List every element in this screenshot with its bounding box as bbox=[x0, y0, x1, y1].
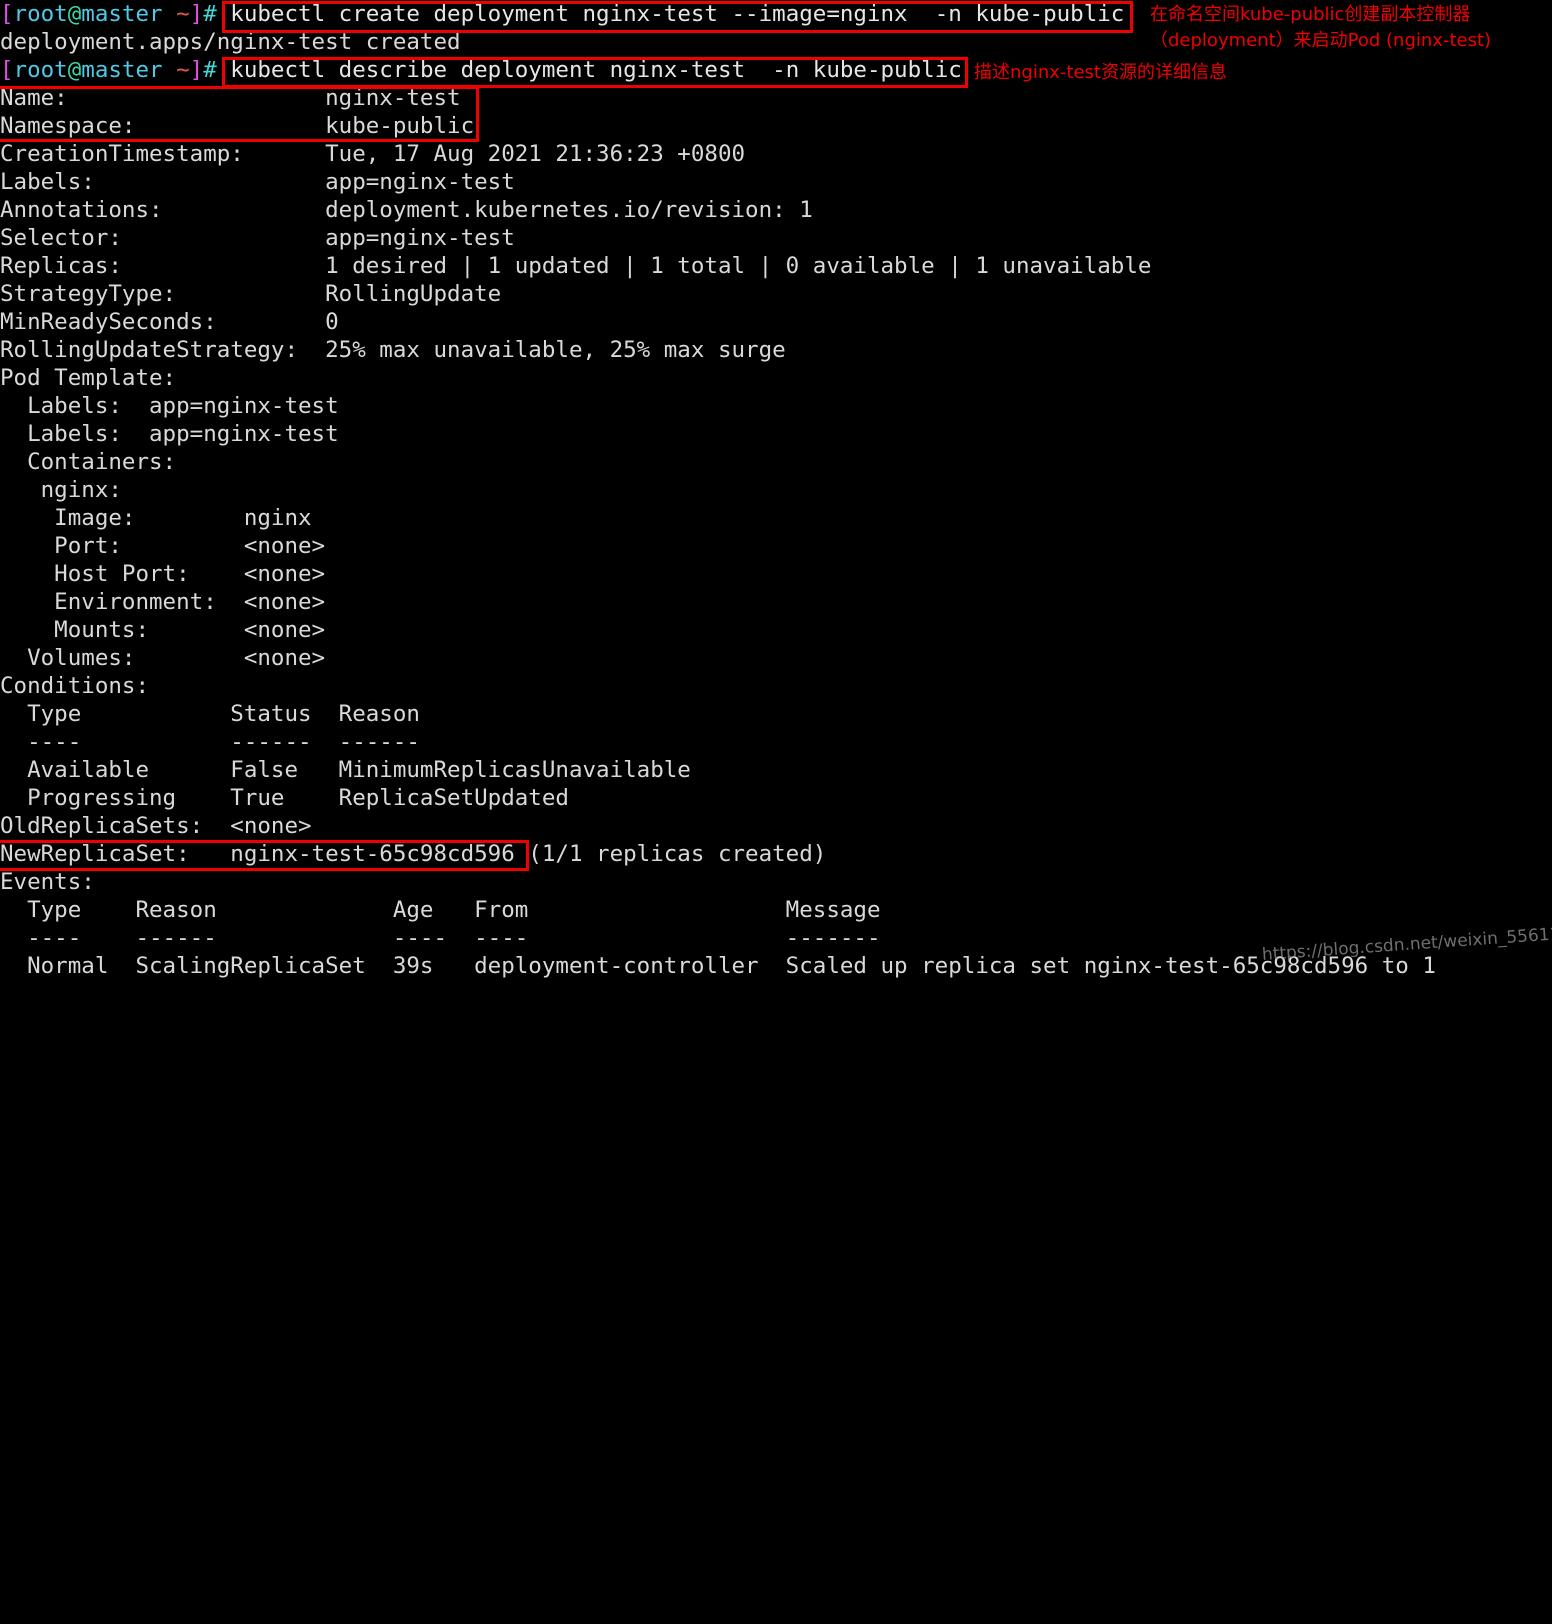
terminal-line-rollingupdatestrategy: RollingUpdateStrategy: 25% max unavailab… bbox=[0, 337, 786, 363]
terminal-line-newreplicaset: NewReplicaSet: nginx-test-65c98cd596 (1/… bbox=[0, 841, 827, 867]
prompt-hash: # bbox=[203, 57, 217, 83]
terminal-line-output-created: deployment.apps/nginx-test created bbox=[0, 29, 461, 55]
terminal-line-containers: Containers: bbox=[0, 449, 177, 475]
terminal-line-template-labels-2: Labels: app=nginx-test bbox=[0, 421, 339, 447]
terminal-line-conditions-header: Type Status Reason bbox=[0, 701, 420, 727]
terminal-line-events-header: Type Reason Age From Message bbox=[0, 897, 881, 923]
prompt-host: master bbox=[81, 1, 163, 27]
command-describe-deployment: kubectl describe deployment nginx-test -… bbox=[216, 57, 962, 83]
terminal-line-selector: Selector: app=nginx-test bbox=[0, 225, 515, 251]
terminal-line-port: Port: <none> bbox=[0, 533, 326, 559]
terminal-line-minreadyseconds: MinReadySeconds: 0 bbox=[0, 309, 339, 335]
annotation-describe-deployment: 描述nginx-test资源的详细信息 bbox=[974, 62, 1227, 83]
prompt-close-bracket: ] bbox=[189, 57, 204, 83]
terminal-line-creationtimestamp: CreationTimestamp: Tue, 17 Aug 2021 21:3… bbox=[0, 141, 746, 167]
command-create-deployment: kubectl create deployment nginx-test --i… bbox=[216, 1, 1125, 27]
prompt-at-symbol: @ bbox=[67, 1, 82, 27]
terminal-line-replicas: Replicas: 1 desired | 1 updated | 1 tota… bbox=[0, 253, 1152, 279]
terminal-line-event-row: Normal ScalingReplicaSet 39s deployment-… bbox=[0, 953, 1436, 979]
terminal-window[interactable]: [root@master ~]# kubectl create deployme… bbox=[0, 0, 1552, 979]
terminal-line-template-labels-1: Labels: app=nginx-test bbox=[0, 393, 339, 419]
terminal-line-namespace: Namespace: kube-public bbox=[0, 113, 475, 139]
terminal-line-pod-template: Pod Template: bbox=[0, 365, 177, 391]
terminal-line-condition-available: Available False MinimumReplicasUnavailab… bbox=[0, 757, 691, 783]
terminal-line-host-port: Host Port: <none> bbox=[0, 561, 326, 587]
terminal-line-annotations: Annotations: deployment.kubernetes.io/re… bbox=[0, 197, 813, 223]
terminal-line-oldreplicasets: OldReplicaSets: <none> bbox=[0, 813, 312, 839]
terminal-line-conditions-divider: ---- ------ ------ bbox=[0, 729, 420, 755]
terminal-line-name: Name: nginx-test bbox=[0, 85, 461, 111]
terminal-line-prompt-1: [root@master ~]# kubectl create deployme… bbox=[0, 0, 1124, 28]
terminal-line-events: Events: bbox=[0, 869, 95, 895]
terminal-line-image: Image: nginx bbox=[0, 505, 312, 531]
terminal-line-conditions: Conditions: bbox=[0, 673, 150, 699]
prompt-close-bracket: ] bbox=[189, 1, 204, 27]
terminal-line-mounts: Mounts: <none> bbox=[0, 617, 326, 643]
prompt-path: ~ bbox=[176, 57, 190, 83]
terminal-line-labels: Labels: app=nginx-test bbox=[0, 169, 515, 195]
annotation-create-deployment-line1: 在命名空间kube-public创建副本控制器 bbox=[1150, 4, 1471, 25]
prompt-host: master bbox=[81, 57, 163, 83]
prompt-hash: # bbox=[203, 1, 217, 27]
terminal-line-container-nginx: nginx: bbox=[0, 477, 122, 503]
prompt-at-symbol: @ bbox=[67, 57, 82, 83]
prompt-open-bracket: [ bbox=[0, 57, 14, 83]
prompt-user: root bbox=[13, 1, 68, 27]
terminal-line-strategytype: StrategyType: RollingUpdate bbox=[0, 281, 502, 307]
annotation-create-deployment-line2: （deployment）来启动Pod (nginx-test) bbox=[1150, 30, 1492, 51]
terminal-line-events-divider: ---- ------ ---- ---- ------- bbox=[0, 925, 881, 951]
prompt-user: root bbox=[13, 57, 68, 83]
prompt-open-bracket: [ bbox=[0, 1, 14, 27]
terminal-line-environment: Environment: <none> bbox=[0, 589, 326, 615]
terminal-line-prompt-2: [root@master ~]# kubectl describe deploy… bbox=[0, 56, 962, 84]
prompt-path: ~ bbox=[176, 1, 190, 27]
terminal-line-condition-progressing: Progressing True ReplicaSetUpdated bbox=[0, 785, 569, 811]
terminal-line-volumes: Volumes: <none> bbox=[0, 645, 326, 671]
